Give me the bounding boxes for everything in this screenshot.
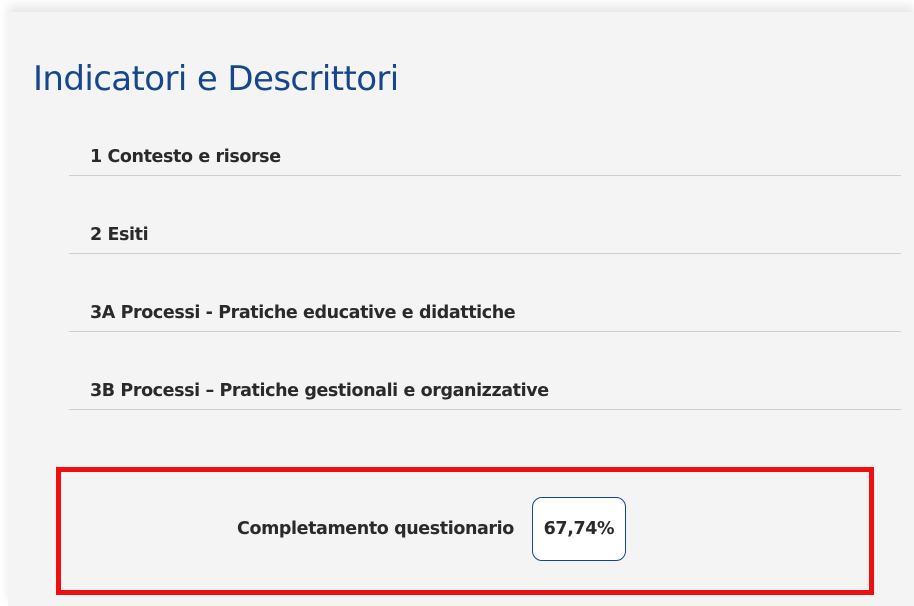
section-item-pratiche-educative[interactable]: 3A Processi - Pratiche educative e didat… [69, 286, 901, 364]
section-divider [69, 253, 901, 254]
section-item-pratiche-gestionali[interactable]: 3B Processi – Pratiche gestionali e orga… [69, 364, 901, 442]
section-item-label[interactable]: 3A Processi - Pratiche educative e didat… [90, 303, 516, 323]
completion-percentage-badge: 67,74% [531, 497, 626, 561]
section-item-label[interactable]: 3B Processi – Pratiche gestionali e orga… [90, 381, 549, 401]
section-divider [69, 175, 901, 176]
completion-label: Completamento questionario [237, 519, 514, 539]
section-divider [69, 331, 901, 332]
section-item-esiti[interactable]: 2 Esiti [69, 208, 901, 286]
page-title: Indicatori e Descrittori [33, 59, 399, 99]
section-item-label[interactable]: 1 Contesto e risorse [90, 147, 281, 167]
section-item-contesto-risorse[interactable]: 1 Contesto e risorse [69, 130, 901, 208]
completion-highlight-box: Completamento questionario 67,74% [56, 467, 874, 595]
section-item-label[interactable]: 2 Esiti [90, 225, 149, 245]
completion-row: Completamento questionario 67,74% [237, 497, 626, 561]
section-divider [69, 409, 901, 410]
section-list: 1 Contesto e risorse 2 Esiti 3A Processi… [69, 130, 901, 442]
